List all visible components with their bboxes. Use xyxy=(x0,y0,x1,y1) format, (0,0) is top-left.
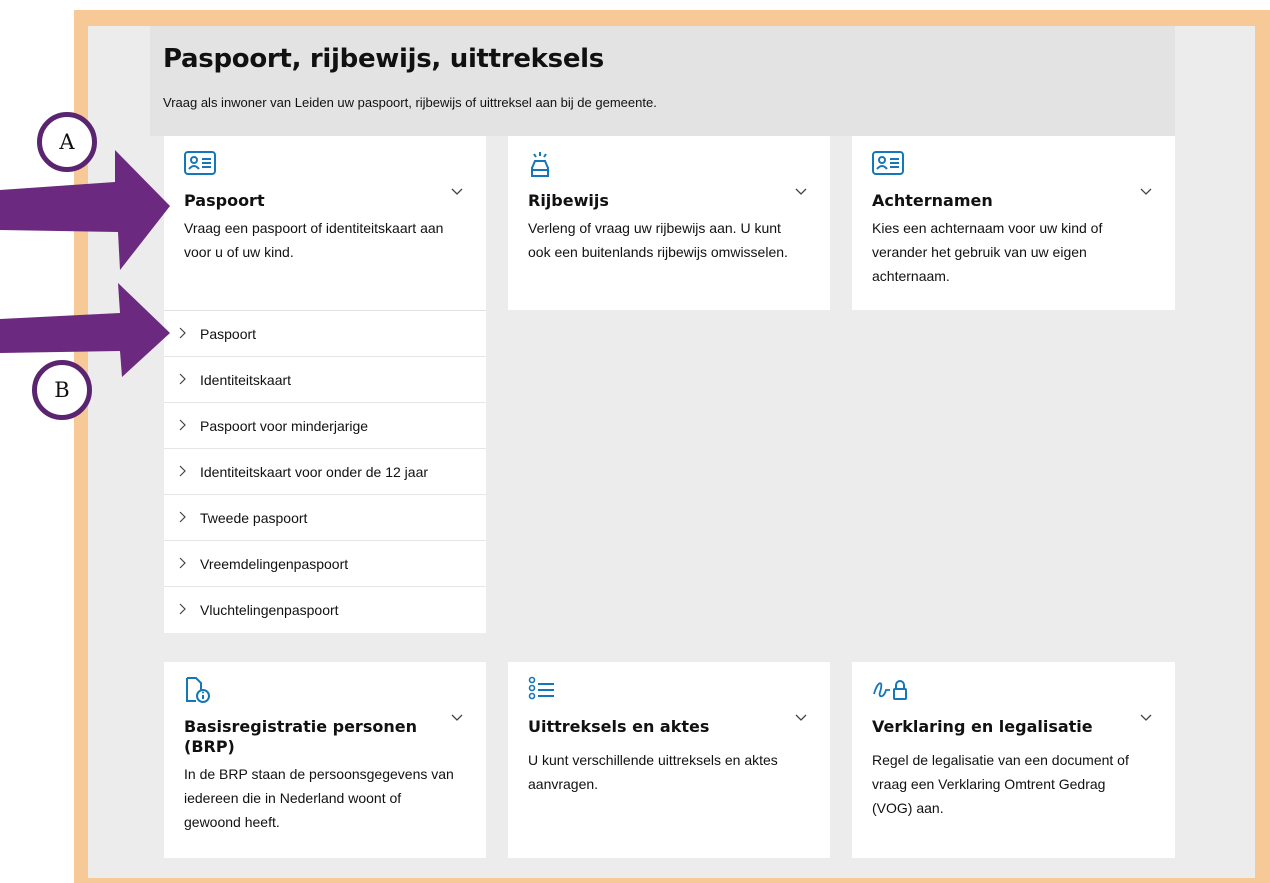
link-label: Vluchtelingenpaspoort xyxy=(200,602,339,618)
chevron-up-icon[interactable] xyxy=(450,184,464,198)
card-uittreksels[interactable]: Uittreksels en aktes U kunt verschillend… xyxy=(508,662,830,858)
card-description: Verleng of vraag uw rijbewijs aan. U kun… xyxy=(528,220,788,260)
chevron-down-icon[interactable] xyxy=(450,710,464,724)
chevron-right-icon xyxy=(178,510,190,526)
signature-lock-icon xyxy=(872,676,907,702)
link-vreemdelingenpaspoort[interactable]: Vreemdelingenpaspoort xyxy=(164,541,486,587)
chevron-right-icon xyxy=(178,418,190,434)
link-label: Tweede paspoort xyxy=(200,509,308,526)
link-label: Identiteitskaart xyxy=(200,371,292,388)
annotation-badge-a: A xyxy=(37,112,97,172)
link-vluchtelingenpaspoort[interactable]: Vluchtelingenpaspoort xyxy=(164,587,486,633)
annotation-arrow-b xyxy=(0,283,170,377)
id-card-icon xyxy=(184,150,218,176)
card-rijbewijs[interactable]: Rijbewijs Verleng of vraag uw rijbewijs … xyxy=(508,136,830,310)
link-paspoort[interactable]: Paspoort xyxy=(164,311,486,357)
chevron-right-icon xyxy=(178,326,190,342)
link-identiteitskaart[interactable]: Identiteitskaart xyxy=(164,357,486,403)
chevron-right-icon xyxy=(178,602,190,618)
card-verklaring[interactable]: Verklaring en legalisatie Regel de legal… xyxy=(852,662,1175,858)
card-description: Kies een achternaam voor uw kind of vera… xyxy=(872,220,1103,284)
card-brp[interactable]: Basisregistratie personen (BRP) In de BR… xyxy=(164,662,486,858)
chevron-right-icon xyxy=(178,464,190,480)
page-title: Paspoort, rijbewijs, uittreksels xyxy=(163,44,604,74)
card-title: Verklaring en legalisatie xyxy=(872,717,1093,736)
chevron-right-icon xyxy=(178,372,190,388)
link-label: Vreemdelingenpaspoort xyxy=(200,555,349,572)
page-subtitle: Vraag als inwoner van Leiden uw paspoort… xyxy=(163,95,657,110)
card-achternamen[interactable]: Achternamen Kies een achternaam voor uw … xyxy=(852,136,1175,310)
link-tweede-paspoort[interactable]: Tweede paspoort xyxy=(164,495,486,541)
card-title: Basisregistratie personen (BRP) xyxy=(184,717,417,756)
card-description: Regel de legalisatie van een document of… xyxy=(872,752,1129,816)
chevron-down-icon[interactable] xyxy=(1139,184,1153,198)
link-label: Identiteitskaart voor onder de 12 jaar xyxy=(200,463,429,480)
chevron-right-icon xyxy=(178,556,190,572)
link-label: Paspoort xyxy=(200,325,257,342)
link-paspoort-minderjarige[interactable]: Paspoort voor minderjarige xyxy=(164,403,486,449)
card-title: Paspoort xyxy=(184,191,265,210)
header-background xyxy=(150,26,1175,136)
chevron-down-icon[interactable] xyxy=(794,184,808,198)
link-label: Paspoort voor minderjarige xyxy=(200,417,369,434)
annotation-arrow-a xyxy=(0,150,170,270)
chevron-down-icon[interactable] xyxy=(794,710,808,724)
annotation-badge-b: B xyxy=(32,360,92,420)
link-identiteitskaart-onder-12[interactable]: Identiteitskaart voor onder de 12 jaar xyxy=(164,449,486,495)
list-icon xyxy=(528,676,562,702)
card-description: In de BRP staan de persoonsgegevens van … xyxy=(184,766,454,830)
card-description: Vraag een paspoort of identiteitskaart a… xyxy=(184,220,444,260)
document-info-icon xyxy=(184,676,218,703)
chevron-down-icon[interactable] xyxy=(1139,710,1153,724)
id-card-icon xyxy=(872,150,906,176)
card-paspoort[interactable]: Paspoort Vraag een paspoort of identitei… xyxy=(164,136,486,310)
card-description: U kunt verschillende uittreksels en akte… xyxy=(528,752,778,792)
card-title: Uittreksels en aktes xyxy=(528,717,710,736)
card-title: Achternamen xyxy=(872,191,993,210)
paspoort-link-list: Paspoort Identiteitskaart Paspoort voor … xyxy=(164,310,486,633)
card-title: Rijbewijs xyxy=(528,191,609,210)
car-icon xyxy=(528,150,562,177)
